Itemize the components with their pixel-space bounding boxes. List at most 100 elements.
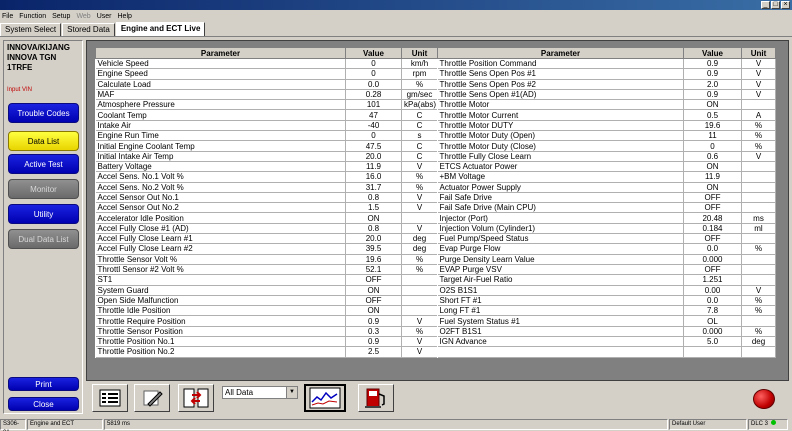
fuel-gauge-button[interactable] <box>358 384 394 412</box>
table-row[interactable]: Atmosphere Pressure 101 kPa(abs) <box>95 99 438 111</box>
table-row[interactable]: Initial Engine Coolant Temp 47.5 C <box>95 140 438 152</box>
table-row[interactable]: Throttle Position Command 0.9 V <box>437 58 776 70</box>
table-row[interactable]: Throttle Fully Close Learn 0.6 V <box>437 151 776 162</box>
value-cell: 16.0 <box>345 171 402 183</box>
table-row[interactable]: Fuel System Status #1 OL <box>437 315 776 327</box>
input-vin-link[interactable]: Input VIN <box>7 87 32 93</box>
table-row[interactable]: O2S B1S1 0.00 V <box>437 285 776 296</box>
table-row[interactable]: Throttle Require Position 0.9 V <box>95 315 438 327</box>
print-button[interactable]: Print <box>8 377 79 391</box>
maximize-icon[interactable]: □ <box>771 1 780 9</box>
record-button[interactable] <box>753 389 775 409</box>
table-row[interactable]: Throttle Motor Duty (Open) 11% <box>437 130 776 142</box>
menu-setup[interactable]: Setup <box>52 13 70 20</box>
graph-view-button[interactable] <box>304 384 346 412</box>
table-row[interactable]: Throttle Sensor Position 0.3% <box>95 326 438 338</box>
table-row[interactable]: O2FT B1S1 0.000% <box>437 326 776 338</box>
table-row[interactable]: Accel Sens. No.2 Volt % 31.7% <box>95 182 438 193</box>
vehicle-info: INNOVA/KIJANG INNOVA TGN 1TRFE <box>7 43 83 73</box>
sidebar-button-trouble-codes[interactable]: Trouble Codes <box>8 103 79 123</box>
table-row[interactable]: Accel Fully Close Learn #2 39.5 deg <box>95 243 438 255</box>
table-row[interactable]: Throttl Sensor #2 Volt % 52.1% <box>95 264 438 276</box>
col-header-parameter[interactable]: Parameter <box>437 47 684 59</box>
table-row[interactable]: Evap Purge Flow 0.0% <box>437 243 776 255</box>
table-row[interactable]: IGN Advance 5.0 deg <box>437 336 776 348</box>
table-row[interactable]: Calculate Load 0.0% <box>95 79 438 90</box>
table-row[interactable]: Injector (Port) 20.48 ms <box>437 212 776 224</box>
close-window-icon[interactable]: × <box>781 1 790 9</box>
col-header-parameter[interactable]: Parameter <box>95 47 346 59</box>
table-row[interactable]: Coolant Temp 47 C <box>95 109 438 121</box>
table-row[interactable]: Short FT #1 0.0% <box>437 295 776 307</box>
table-row[interactable]: Accel Sensor Out No.1 0.8 V <box>95 192 438 204</box>
unit-cell: V <box>401 346 438 358</box>
table-row[interactable]: ST1 OFF <box>95 274 438 286</box>
table-row[interactable]: Actuator Power Supply ON <box>437 182 776 193</box>
table-row[interactable]: Fail Safe Drive OFF <box>437 192 776 204</box>
value-cell: 0 <box>683 140 742 152</box>
minimize-icon[interactable]: _ <box>761 1 770 9</box>
table-row[interactable]: Vehicle Speed 0 km/h <box>95 58 438 70</box>
table-row[interactable]: Throttle Sens Open Pos #2 2.0 V <box>437 79 776 90</box>
table-row[interactable]: Accelerator Idle Position ON <box>95 212 438 224</box>
table-row[interactable]: MAF 0.28 gm/sec <box>95 89 438 101</box>
table-row[interactable]: Throttle Position No.2 2.5 V <box>95 346 438 358</box>
tab-engine-ect-live[interactable]: Engine and ECT Live <box>115 22 206 36</box>
menu-web[interactable]: Web <box>76 13 90 20</box>
col-header-unit[interactable]: Unit <box>401 47 438 59</box>
table-row[interactable]: Throttle Sensor Volt % 19.6% <box>95 254 438 265</box>
value-cell: 47.5 <box>345 140 402 152</box>
table-row[interactable]: Fuel Pump/Speed Status OFF <box>437 233 776 245</box>
value-cell: 7.8 <box>683 305 742 317</box>
table-row[interactable]: Injection Volum (Cylinder1) 0.184 ml <box>437 223 776 235</box>
table-row[interactable] <box>437 346 776 358</box>
sidebar-button-dual-data-list[interactable]: Dual Data List <box>8 229 79 249</box>
table-row[interactable]: Throttle Motor Current 0.5 A <box>437 109 776 121</box>
table-row[interactable]: +BM Voltage 11.9 <box>437 171 776 183</box>
table-row[interactable]: EVAP Purge VSV OFF <box>437 264 776 276</box>
menu-user[interactable]: User <box>97 13 112 20</box>
table-row[interactable]: Battery Voltage 11.9 V <box>95 161 438 173</box>
col-header-value[interactable]: Value <box>345 47 402 59</box>
table-row[interactable]: ETCS Actuator Power ON <box>437 161 776 173</box>
table-row[interactable]: Fail Safe Drive (Main CPU) OFF <box>437 202 776 214</box>
table-row[interactable]: Accel Sensor Out No.2 1.5 V <box>95 202 438 214</box>
menu-function[interactable]: Function <box>19 13 46 20</box>
table-row[interactable]: Long FT #1 7.8% <box>437 305 776 317</box>
table-row[interactable]: Throttle Idle Position ON <box>95 305 438 317</box>
table-row[interactable]: Throttle Sens Open #1(AD) 0.9 V <box>437 89 776 101</box>
col-header-value[interactable]: Value <box>683 47 742 59</box>
chevron-down-icon[interactable]: ▼ <box>286 387 297 398</box>
table-row[interactable]: Accel Sens. No.1 Volt % 16.0% <box>95 171 438 183</box>
table-row[interactable]: Intake Air -40 C <box>95 120 438 132</box>
table-row[interactable]: Accel Fully Close #1 (AD) 0.8 V <box>95 223 438 235</box>
table-row[interactable]: Open Side Malfunction OFF <box>95 295 438 307</box>
compare-button[interactable] <box>178 384 214 412</box>
list-view-button[interactable] <box>92 384 128 412</box>
sidebar-button-utility[interactable]: Utility <box>8 204 79 224</box>
tab-stored-data[interactable]: Stored Data <box>62 23 115 36</box>
table-row[interactable]: Throttle Motor ON <box>437 99 776 111</box>
menu-file[interactable]: File <box>2 13 13 20</box>
snapshot-button[interactable] <box>134 384 170 412</box>
sidebar-button-monitor[interactable]: Monitor <box>8 179 79 199</box>
table-row[interactable]: Throttle Motor Duty (Close) 0% <box>437 140 776 152</box>
col-header-unit[interactable]: Unit <box>741 47 776 59</box>
table-row[interactable]: Target Air-Fuel Ratio 1.251 <box>437 274 776 286</box>
table-row[interactable]: Purge Density Learn Value 0.000 <box>437 254 776 265</box>
table-row[interactable]: Throttle Sens Open Pos #1 0.9 V <box>437 68 776 80</box>
table-row[interactable]: Initial Intake Air Temp 20.0 C <box>95 151 438 162</box>
table-row[interactable]: Engine Run Time 0 s <box>95 130 438 142</box>
data-filter-select[interactable]: All Data ▼ <box>222 386 298 399</box>
table-row[interactable]: Throttle Position No.1 0.9 V <box>95 336 438 348</box>
close-button[interactable]: Close <box>8 397 79 411</box>
table-row[interactable]: Engine Speed 0 rpm <box>95 68 438 80</box>
tab-system-select[interactable]: System Select <box>0 23 62 36</box>
sidebar-button-active-test[interactable]: Active Test <box>8 154 79 174</box>
sidebar-button-data-list[interactable]: Data List <box>8 131 79 151</box>
table-row[interactable]: System Guard ON <box>95 285 438 296</box>
table-row[interactable]: Throttle Motor DUTY 19.6% <box>437 120 776 132</box>
menu-help[interactable]: Help <box>118 13 132 20</box>
table-row[interactable]: Accel Fully Close Learn #1 20.0 deg <box>95 233 438 245</box>
parameter-cell: Accel Fully Close #1 (AD) <box>95 223 346 235</box>
